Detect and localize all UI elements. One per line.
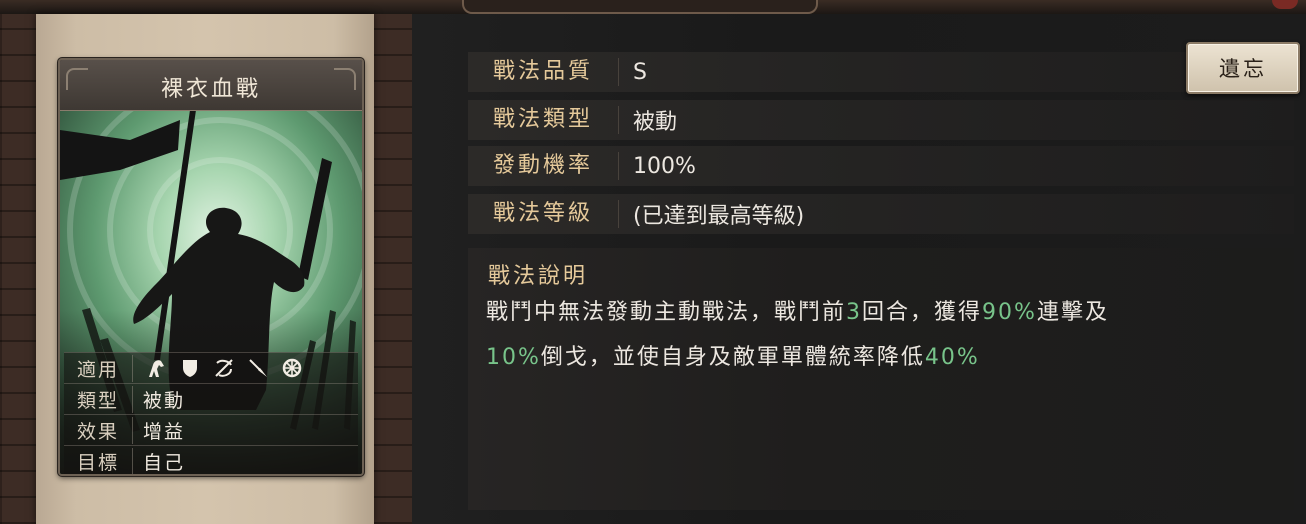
top-gem-ornament [1272,0,1298,9]
description-segment: 連擊及 [1036,300,1109,325]
info-value-type: 被動 [143,389,186,412]
attr-value-type: 被動 [633,110,678,135]
attr-row-quality: 戰法品質 S [468,52,1294,92]
description-highlight-value: 90% [982,300,1037,325]
attr-label-trigger-rate: 發動機率 [468,152,619,180]
info-row-target: 目標 自己 [64,445,358,474]
attr-label-level: 戰法等級 [468,200,619,228]
attr-label-quality: 戰法品質 [468,58,619,86]
attr-row-trigger-rate: 發動機率 100% [468,146,1294,186]
description-text: 戰鬥中無法發動主動戰法，戰鬥前3回合，獲得90%連擊及 10%倒戈，並使自身及敵軍… [486,290,1276,380]
troop-icons [133,357,303,379]
attr-row-level: 戰法等級 (已達到最高等級) [468,194,1294,234]
description-segment: 回合，獲得 [862,300,983,325]
description-highlight-value: 3 [846,300,863,325]
info-value-effect: 增益 [143,420,186,443]
description-box: 戰法說明 戰鬥中無法發動主動戰法，戰鬥前3回合，獲得90%連擊及 10%倒戈，並使… [468,248,1294,510]
top-frame [0,0,1306,15]
attr-label-type: 戰法類型 [468,106,619,134]
card-title: 裸衣血戰 [160,77,261,102]
forget-button[interactable]: 遺忘 [1186,42,1300,94]
info-label-type: 類型 [64,385,133,413]
card-info-table: 適用 類型 被動 效果 增益 目標 自己 [64,352,358,474]
description-highlight-value: 40% [924,345,980,370]
info-value-target: 自己 [143,451,186,474]
spear-icon [247,357,269,379]
info-row-effect: 效果 增益 [64,414,358,445]
description-segment: 倒戈，並使自身及敵軍單體統率降低 [540,345,925,370]
attr-row-type: 戰法類型 被動 [468,100,1294,140]
attr-value-trigger-rate: 100% [633,153,696,179]
top-ornament [462,0,818,14]
description-label: 戰法說明 [488,264,589,289]
cavalry-icon [145,357,167,379]
siege-wheel-icon [281,357,303,379]
description-segment: 戰鬥中無法發動主動戰法，戰鬥前 [486,300,847,325]
shield-icon [179,357,201,379]
description-highlight-value: 10% [486,345,541,370]
info-label-target: 目標 [64,447,133,474]
bow-icon [213,357,235,379]
tactic-card: 裸衣血戰 適用 類型 被動 效果 增益 目標 自己 [58,58,364,476]
info-row-troops: 適用 [64,352,358,383]
info-row-type: 類型 被動 [64,383,358,414]
info-label-troops: 適用 [64,354,133,382]
card-title-bar: 裸衣血戰 [60,60,362,111]
info-label-effect: 效果 [64,416,133,444]
attr-value-level: (已達到最高等級) [633,204,805,229]
attr-value-quality: S [633,59,647,85]
